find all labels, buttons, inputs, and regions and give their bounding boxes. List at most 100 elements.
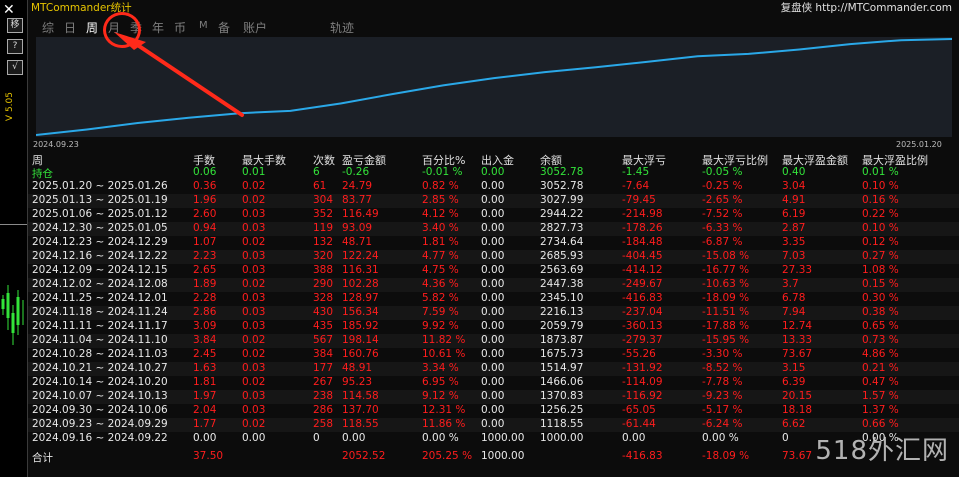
table-row[interactable]: 2024.10.14 ~ 2024.10.20 1.81 0.02 267 95.23 6… (28, 376, 959, 390)
table-cell: 1.77 (193, 418, 217, 430)
table-row[interactable]: 2024.11.11 ~ 2024.11.17 3.09 0.03 435 185.92… (28, 320, 959, 334)
table-cell: 6.39 (782, 376, 806, 388)
table-row[interactable]: 2024.11.18 ~ 2024.11.24 2.86 0.03 430 156.34… (28, 306, 959, 320)
table-cell: 0.00 (481, 292, 505, 304)
table-row[interactable]: 2024.11.04 ~ 2024.11.10 3.84 0.02 567 198.14… (28, 334, 959, 348)
help-button[interactable]: ? (7, 39, 23, 54)
table-row[interactable]: 2025.01.20 ~ 2025.01.26 0.36 0.02 61 24.79 0.… (28, 180, 959, 194)
table-cell: 1.89 (193, 278, 217, 290)
table-row[interactable]: 2025.01.06 ~ 2025.01.12 2.60 0.03 352 116.49… (28, 208, 959, 222)
table-cell: 7.94 (782, 306, 806, 318)
table-cell: -279.37 (622, 334, 663, 346)
table-cell: 0.00 (481, 334, 505, 346)
table-row[interactable]: 2024.12.16 ~ 2024.12.22 2.23 0.03 320 122.24… (28, 250, 959, 264)
table-cell: 2.85 % (422, 194, 459, 206)
table-cell: 0.03 (242, 320, 266, 332)
brand-link[interactable]: 复盘侠 http://MTCommander.com (781, 0, 952, 15)
table-cell: 10.61 % (422, 348, 466, 360)
version-label: V 5.05 (5, 92, 15, 122)
underlying-chart-strip: ✕ 移 ? √ V 5.05 (0, 0, 27, 477)
table-cell: 3052.78 (540, 166, 584, 178)
table-cell: 132 (313, 236, 334, 248)
table-cell: -3.30 % (702, 348, 743, 360)
table-row[interactable]: 2024.12.23 ~ 2024.12.29 1.07 0.02 132 48.71 1… (28, 236, 959, 250)
table-cell: 2827.73 (540, 222, 584, 234)
table-cell: 0.06 (193, 166, 217, 178)
table-cell: 0.16 % (862, 194, 899, 206)
table-cell: -18.09 % (702, 292, 750, 304)
table-cell: 0.00 (481, 320, 505, 332)
table-cell: 2.23 (193, 250, 217, 262)
confirm-button[interactable]: √ (7, 60, 23, 75)
table-cell: 0.00 (242, 432, 266, 444)
table-cell: 1.08 % (862, 264, 899, 276)
table-row[interactable]: 2024.10.21 ~ 2024.10.27 1.63 0.03 177 48.91 3… (28, 362, 959, 376)
table-cell: 2059.79 (540, 320, 584, 332)
table-cell: 9.92 % (422, 320, 459, 332)
table-cell: 83.77 (342, 194, 373, 206)
table-cell: 1.81 (193, 376, 217, 388)
table-cell: 102.28 (342, 278, 379, 290)
table-header: 周手数 最大手数 次数 盈亏金额 百分比% 出入金 余额 最大浮亏 最大浮亏比例 最大浮盈金额 最大… (28, 152, 959, 167)
table-cell: 61 (313, 180, 327, 192)
table-cell: 0.03 (242, 292, 266, 304)
table-cell: 73.67 (782, 450, 813, 462)
table-cell: 73.67 (782, 348, 813, 360)
table-cell: 11.82 % (422, 334, 466, 346)
table-cell: 2447.38 (540, 278, 584, 290)
table-cell: 0.02 (242, 180, 266, 192)
table-cell: 1118.55 (540, 418, 584, 430)
table-cell: 267 (313, 376, 334, 388)
table-cell: 0.36 (193, 180, 217, 192)
table-cell: 0.02 (242, 334, 266, 346)
table-cell: 2.60 (193, 208, 217, 220)
close-icon[interactable]: ✕ (3, 2, 15, 18)
table-cell: -0.25 % (702, 180, 743, 192)
table-cell: -17.88 % (702, 320, 750, 332)
table-row[interactable]: 2024.10.28 ~ 2024.11.03 2.45 0.02 384 160.76… (28, 348, 959, 362)
table-cell: 0.02 (242, 278, 266, 290)
table-cell: 3.04 (782, 180, 806, 192)
table-cell: 6.78 (782, 292, 806, 304)
table-row[interactable]: 2024.12.30 ~ 2025.01.05 0.94 0.03 119 93.09 3… (28, 222, 959, 236)
table-cell: 4.36 % (422, 278, 459, 290)
table-cell: -114.09 (622, 376, 663, 388)
table-cell: 0.03 (242, 404, 266, 416)
table-row[interactable]: 2024.12.02 ~ 2024.12.08 1.89 0.02 290 102.28… (28, 278, 959, 292)
table-cell: 2.28 (193, 292, 217, 304)
chart-title: 轨迹 (330, 21, 355, 35)
table-cell: -6.33 % (702, 222, 743, 234)
table-cell: 1.57 % (862, 390, 899, 402)
table-row[interactable]: 2024.09.30 ~ 2024.10.06 2.04 0.03 286 137.70… (28, 404, 959, 418)
table-cell: 2025.01.13 ~ 2025.01.19 (32, 194, 168, 206)
table-cell: -15.95 % (702, 334, 750, 346)
table-cell: 0.65 % (862, 320, 899, 332)
table-cell: 0.00 (342, 432, 366, 444)
table-cell: 2024.11.25 ~ 2024.12.01 (32, 292, 168, 304)
table-row[interactable]: 2024.11.25 ~ 2024.12.01 2.28 0.03 328 128.97… (28, 292, 959, 306)
table-row[interactable]: 2024.10.07 ~ 2024.10.13 1.97 0.03 238 114.58… (28, 390, 959, 404)
table-cell: -79.45 (622, 194, 656, 206)
table-cell: 1.07 (193, 236, 217, 248)
table-cell: 93.09 (342, 222, 373, 234)
table-cell: 122.24 (342, 250, 379, 262)
table-cell: 4.12 % (422, 208, 459, 220)
table-cell: 0.00 (481, 250, 505, 262)
watermark: 518外汇网 (815, 436, 949, 466)
table-cell: -9.23 % (702, 390, 743, 402)
table-row[interactable]: 2024.12.09 ~ 2024.12.15 2.65 0.03 388 116.31… (28, 264, 959, 278)
table-cell: 12.74 (782, 320, 813, 332)
table-cell: -7.78 % (702, 376, 743, 388)
table-cell: 27.33 (782, 264, 813, 276)
table-cell: 137.70 (342, 404, 379, 416)
table-row[interactable]: 2025.01.13 ~ 2025.01.19 1.96 0.02 304 83.77 2… (28, 194, 959, 208)
table-row[interactable]: 持仓 0.06 0.01 6 -0.26 -0.01 % 0.00 3052.78 -1.45 -… (28, 166, 959, 180)
move-button[interactable]: 移 (7, 18, 23, 33)
table-cell: 3.7 (782, 278, 799, 290)
table-cell: 0 (313, 432, 320, 444)
table-cell: 2024.11.11 ~ 2024.11.17 (32, 320, 168, 332)
table-cell: 1256.25 (540, 404, 584, 416)
table-cell: 290 (313, 278, 334, 290)
table-cell: 0.00 (481, 208, 505, 220)
table-cell: 1675.73 (540, 348, 584, 360)
